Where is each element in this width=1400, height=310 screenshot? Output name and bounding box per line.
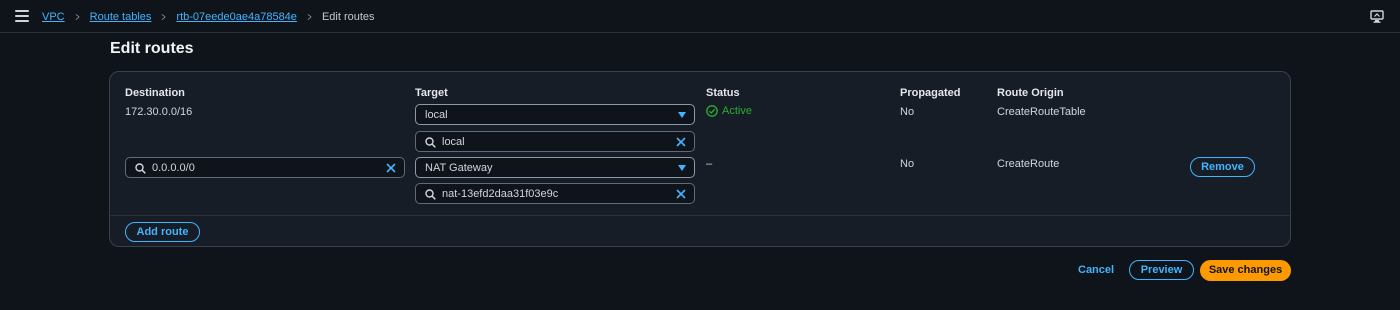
chevron-right-icon: > [161,10,167,24]
row1-propagated: No [900,106,915,118]
breadcrumb: VPC > Route tables > rtb-07eede0ae4a7858… [42,10,375,24]
row2-target-type-select[interactable]: NAT Gateway [415,157,695,178]
row2-status: – [706,158,713,170]
breadcrumb-current: Edit routes [321,11,375,23]
chevron-right-icon: > [307,10,312,24]
row2-propagated: No [900,158,915,170]
add-route-button[interactable]: Add route [125,222,200,242]
header-target: Target [415,87,448,99]
panel-divider [110,215,1290,216]
caret-down-icon [678,165,686,171]
cancel-button[interactable]: Cancel [1078,264,1114,276]
row2-target-search-input[interactable]: nat-13efd2daa31f03e9c [415,183,695,204]
row2-target-type-value: NAT Gateway [425,162,493,174]
row2-destination-input[interactable]: 0.0.0.0/0 [125,157,405,178]
row1-route-origin: CreateRouteTable [997,106,1086,118]
header-route-origin: Route Origin [997,87,1064,99]
remove-route-button[interactable]: Remove [1190,157,1255,177]
row1-status: Active [706,105,752,117]
row2-route-origin: CreateRoute [997,158,1060,170]
row2-target-search-value: nat-13efd2daa31f03e9c [442,188,559,200]
row1-target-search-value: local [442,136,465,148]
page-title: Edit routes [110,40,194,57]
row1-target-type-value: local [425,109,448,121]
hamburger-menu-icon[interactable] [15,10,29,22]
search-icon [425,137,436,148]
screen-share-icon[interactable] [1370,10,1384,23]
routes-panel: Destination Target Status Propagated Rou… [109,71,1291,247]
header-status: Status [706,87,740,99]
row2-destination-value: 0.0.0.0/0 [152,162,195,174]
row1-destination: 172.30.0.0/16 [125,106,193,118]
search-icon [425,189,436,200]
close-icon[interactable] [385,162,397,174]
close-icon[interactable] [675,136,687,148]
caret-down-icon [678,112,686,118]
save-changes-button[interactable]: Save changes [1200,260,1291,281]
breadcrumb-vpc[interactable]: VPC [42,11,65,23]
breadcrumb-route-tables[interactable]: Route tables [90,11,152,23]
row1-target-type-select[interactable]: local [415,104,695,125]
check-circle-icon [706,105,718,117]
close-icon[interactable] [675,188,687,200]
header-destination: Destination [125,87,185,99]
search-icon [135,163,146,174]
breadcrumb-route-table-id[interactable]: rtb-07eede0ae4a78584e [176,11,297,23]
chevron-right-icon: > [75,10,80,24]
row1-status-label: Active [722,105,752,117]
top-navigation-bar: VPC > Route tables > rtb-07eede0ae4a7858… [0,0,1400,33]
preview-button[interactable]: Preview [1129,260,1194,280]
header-propagated: Propagated [900,87,961,99]
row1-target-search-input[interactable]: local [415,131,695,152]
